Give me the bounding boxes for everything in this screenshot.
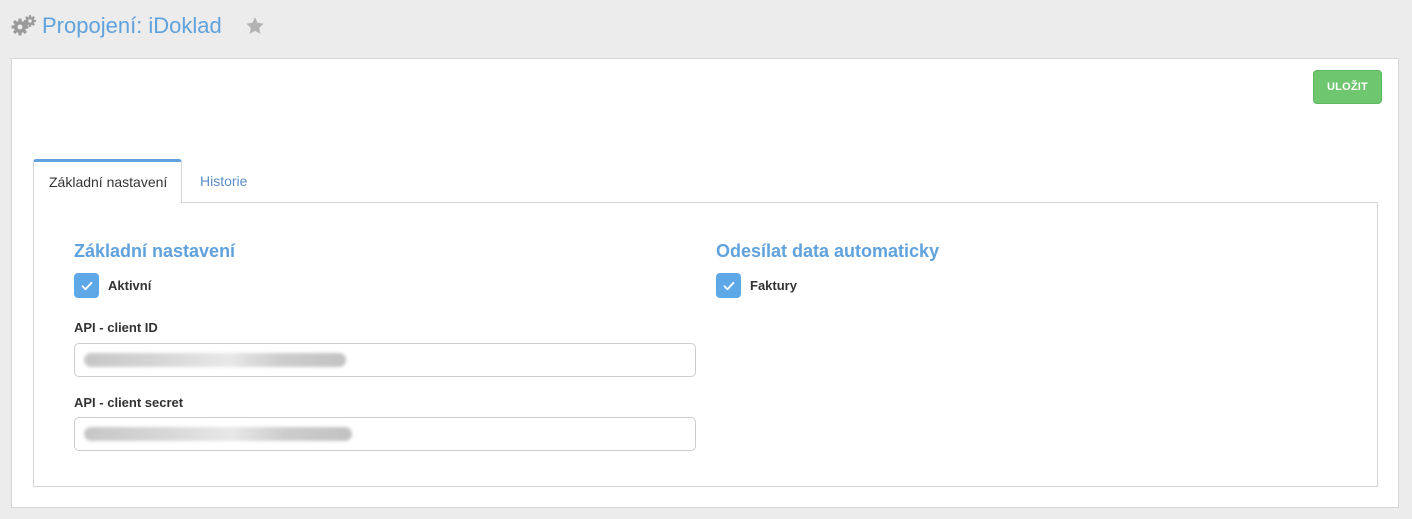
check-icon (723, 281, 734, 290)
page-header: Propojení: iDoklad (0, 0, 1412, 52)
active-checkbox-row[interactable]: Aktivní (74, 273, 151, 298)
save-button[interactable]: ULOŽIT (1313, 70, 1382, 104)
gears-icon (11, 15, 36, 36)
invoices-checkbox[interactable] (716, 273, 741, 298)
basic-settings-title: Základní nastavení (74, 241, 236, 261)
client-secret-input[interactable] (74, 417, 696, 451)
client-id-label: API - client ID (74, 320, 158, 335)
tab-panel-basic-settings: Základní nastavení Aktivní API - client … (33, 202, 1378, 487)
active-checkbox-label: Aktivní (108, 278, 152, 293)
invoices-checkbox-row[interactable]: Faktury (716, 273, 797, 298)
settings-card: ULOŽIT Základní nastavení Historie Zákla… (11, 58, 1399, 508)
check-icon (81, 281, 92, 290)
star-icon[interactable] (244, 15, 266, 37)
tab-history[interactable]: Historie (185, 159, 262, 203)
client-secret-label: API - client secret (74, 395, 184, 410)
active-checkbox[interactable] (74, 273, 99, 298)
page-title: Propojení: iDoklad (42, 13, 222, 38)
auto-send-title: Odesílat data automaticky (716, 241, 940, 261)
invoices-checkbox-label: Faktury (750, 278, 797, 293)
tab-basic-settings[interactable]: Základní nastavení (33, 159, 182, 203)
client-id-input[interactable] (74, 343, 696, 377)
